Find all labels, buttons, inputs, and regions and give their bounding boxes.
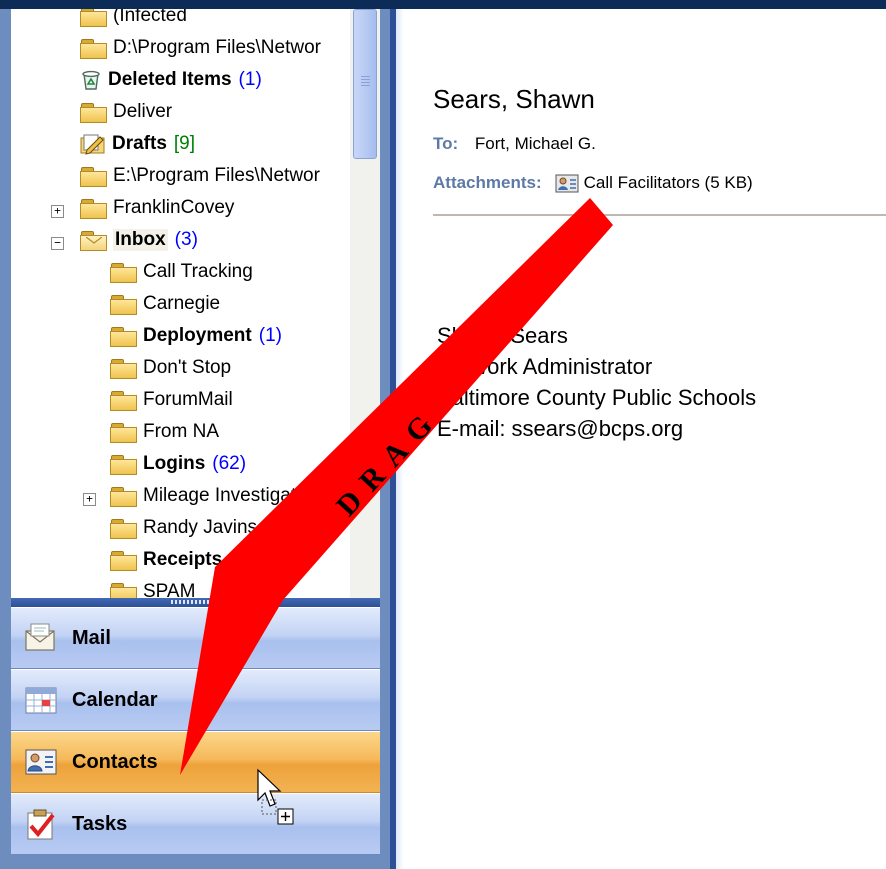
folder-label: Drafts	[112, 133, 167, 154]
folder-icon	[110, 326, 137, 347]
folder-label: (Infected	[113, 9, 187, 26]
draft-count: [9]	[173, 133, 196, 154]
folder-label: Inbox	[113, 229, 168, 251]
attachments-line: Attachments: Call Facilitators (5 KB)	[433, 172, 753, 194]
mail-icon	[23, 621, 59, 655]
signature-organization: Baltimore County Public Schools	[437, 385, 757, 410]
folder-label: Randy Javins	[143, 517, 258, 538]
folder-label: Deleted Items	[108, 69, 232, 90]
to-line: To: Fort, Michael G.	[433, 134, 596, 154]
drafts-icon	[80, 133, 106, 155]
nav-button-tasks[interactable]: Tasks	[11, 793, 380, 855]
calendar-icon	[23, 683, 59, 717]
folder-label: Deployment	[143, 325, 252, 346]
scrollbar-thumb[interactable]	[353, 9, 377, 159]
folder-label: Mileage Investigatio	[143, 485, 311, 506]
folder-label: Logins	[143, 453, 206, 474]
folder-item-dont-stop[interactable]: Don't Stop	[110, 352, 231, 384]
unread-count: (1)	[258, 325, 282, 346]
folder-label: Carnegie	[143, 293, 221, 314]
folder-icon	[80, 38, 107, 59]
folder-item-drafts[interactable]: Drafts [9]	[80, 128, 195, 160]
contacts-icon	[23, 745, 59, 779]
folder-label: Don't Stop	[143, 357, 232, 378]
trash-icon	[80, 69, 102, 91]
folder-item-logins[interactable]: Logins (62)	[110, 448, 246, 480]
folder-item-randy-javins[interactable]: Randy Javins	[110, 512, 257, 544]
folder-icon	[80, 9, 107, 27]
to-recipient[interactable]: Fort, Michael G.	[475, 134, 596, 153]
folder-item-deliver[interactable]: Deliver	[80, 96, 172, 128]
nav-label: Mail	[72, 626, 111, 649]
folder-item-receipts[interactable]: Receipts (157	[110, 544, 267, 576]
folder-label: Receipts	[143, 549, 223, 570]
folder-icon	[110, 518, 137, 539]
contact-attachment-icon	[554, 172, 582, 194]
window-top-border	[0, 0, 886, 9]
attachments-label: Attachments:	[433, 173, 542, 192]
outlook-window: (Infected D:\Program Files\Networ Delete…	[0, 0, 886, 869]
folder-label: ForumMail	[143, 389, 233, 410]
folder-label: SPAM	[143, 581, 196, 598]
folder-label: Deliver	[113, 101, 173, 122]
unread-count: (62)	[212, 453, 247, 474]
folder-icon	[110, 294, 137, 315]
folder-label: D:\Program Files\Networ	[113, 37, 321, 58]
folder-label: From NA	[143, 421, 219, 442]
folder-icon	[110, 390, 137, 411]
folder-item-mileage-investigation[interactable]: Mileage Investigatio	[110, 480, 311, 512]
nav-label: Calendar	[72, 688, 158, 711]
to-label: To:	[433, 134, 459, 153]
folder-label: Call Tracking	[143, 261, 253, 282]
folder-icon	[110, 358, 137, 379]
unread-count: (3)	[174, 229, 198, 250]
unread-count: (1)	[238, 69, 262, 90]
collapse-inbox-toggle[interactable]: −	[51, 237, 64, 250]
folder-item-from-na[interactable]: From NA	[110, 416, 219, 448]
nav-button-mail[interactable]: Mail	[11, 607, 380, 669]
message-sender: Sears, Shawn	[433, 84, 595, 114]
nav-label: Tasks	[72, 812, 128, 835]
message-body: Shawn Sears Network Administrator Baltim…	[437, 320, 756, 444]
inbox-icon	[80, 230, 107, 251]
folder-item-forummail[interactable]: ForumMail	[110, 384, 233, 416]
folder-list[interactable]: (Infected D:\Program Files\Networ Delete…	[11, 9, 350, 598]
signature-name: Shawn Sears	[437, 323, 568, 348]
folder-icon	[110, 486, 137, 507]
expand-franklincovey-toggle[interactable]: +	[51, 205, 64, 218]
folder-item-spam[interactable]: SPAM	[110, 576, 195, 598]
signature-title: Network Administrator	[437, 354, 653, 379]
folder-icon	[110, 454, 137, 475]
folder-item-inbox[interactable]: Inbox (3)	[80, 224, 198, 256]
navigation-pane: (Infected D:\Program Files\Networ Delete…	[0, 9, 390, 869]
folder-icon	[110, 550, 137, 571]
folder-item-deleted-items[interactable]: Deleted Items (1)	[80, 64, 262, 96]
nav-label: Contacts	[72, 750, 158, 773]
expand-mileage-toggle[interactable]: +	[83, 493, 96, 506]
folder-icon	[80, 198, 107, 219]
pane-splitter[interactable]	[11, 598, 380, 607]
folder-item-e-program-files[interactable]: E:\Program Files\Networ	[80, 160, 320, 192]
folder-label: E:\Program Files\Networ	[113, 165, 320, 186]
folder-icon	[80, 102, 107, 123]
folder-icon	[80, 166, 107, 187]
tasks-icon	[23, 807, 59, 841]
nav-button-contacts[interactable]: Contacts	[11, 731, 380, 793]
folder-item-carnegie[interactable]: Carnegie	[110, 288, 220, 320]
nav-button-calendar[interactable]: Calendar	[11, 669, 380, 731]
signature-email: E-mail: ssears@bcps.org	[437, 416, 684, 441]
folder-label: FranklinCovey	[113, 197, 235, 218]
folder-icon	[110, 422, 137, 443]
folder-icon	[110, 262, 137, 283]
folder-item-franklincovey[interactable]: FranklinCovey	[80, 192, 234, 224]
reading-pane: Sears, Shawn To: Fort, Michael G. Attach…	[404, 9, 886, 869]
folder-item-d-program-files[interactable]: D:\Program Files\Networ	[80, 32, 321, 64]
folder-item-call-tracking[interactable]: Call Tracking	[110, 256, 253, 288]
unread-count: (157	[229, 549, 268, 570]
folder-item-deployment[interactable]: Deployment (1)	[110, 320, 282, 352]
attachment-link[interactable]: Call Facilitators (5 KB)	[584, 173, 753, 193]
header-separator	[433, 214, 886, 216]
folder-icon	[110, 582, 137, 598]
folder-item-infected[interactable]: (Infected	[80, 9, 187, 32]
